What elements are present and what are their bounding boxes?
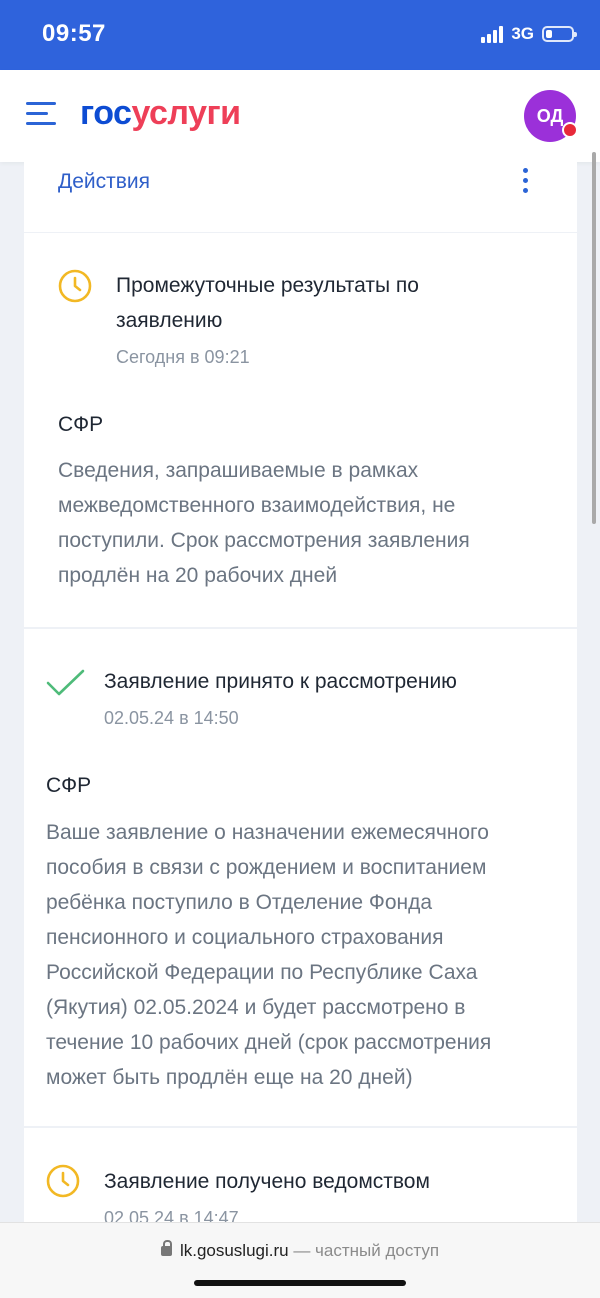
browser-address-bar[interactable]: lk.gosuslugi.ru — частный доступ — [0, 1222, 600, 1298]
event-title-line: Промежуточные результаты по — [116, 274, 419, 297]
logo-part-gos: гос — [80, 94, 132, 132]
event-title: Заявление получено ведомством — [104, 1170, 430, 1193]
url-domain: lk.gosuslugi.ru — [179, 1241, 289, 1260]
check-icon — [46, 669, 85, 696]
status-time: 09:57 — [42, 20, 106, 47]
logo-part-uslugi: услуги — [131, 94, 241, 132]
description-line: течение 10 рабочих дней (срок рассмотрен… — [46, 1031, 492, 1054]
actions-link[interactable]: Действия — [58, 170, 150, 194]
event-card: Промежуточные результаты по заявлению Се… — [24, 233, 577, 627]
network-type: 3G — [511, 24, 534, 43]
description-line: ребёнка поступило в Отделение Фонда — [46, 891, 433, 914]
clock-icon — [46, 1164, 80, 1198]
app-header: госуслуги ОД — [0, 70, 600, 162]
event-title-line: заявлению — [116, 309, 223, 332]
description-line: может быть продлён еще на 20 дней) — [46, 1066, 413, 1089]
event-title: Заявление принято к рассмотрению — [104, 670, 457, 693]
scrollbar[interactable] — [592, 152, 596, 524]
event-org: СФР — [58, 413, 104, 436]
actions-bar: Действия — [24, 162, 577, 232]
description-line: межведомственного взаимодействия, не — [58, 494, 456, 517]
home-indicator[interactable] — [194, 1280, 406, 1286]
event-time: 02.05.24 в 14:50 — [104, 708, 239, 728]
event-title: Промежуточные результаты по заявлению — [116, 268, 419, 338]
description-line: пенсионного и социального страхования — [46, 926, 444, 949]
signal-icon — [481, 25, 504, 43]
menu-icon[interactable] — [26, 102, 56, 126]
event-org: СФР — [46, 774, 92, 797]
description-line: Сведения, запрашиваемые в рамках — [58, 459, 419, 482]
description-line: Ваше заявление о назначении ежемесячного — [46, 821, 489, 844]
status-bar: 09:57 3G — [0, 0, 600, 70]
lock-icon — [160, 1240, 172, 1256]
event-time: Сегодня в 09:21 — [116, 347, 250, 367]
description-line: поступили. Срок рассмотрения заявления — [58, 529, 470, 552]
more-options-icon[interactable] — [521, 168, 531, 194]
event-card: Заявление получено ведомством 02.05.24 в… — [24, 1128, 577, 1228]
url-privacy: — частный доступ — [288, 1241, 440, 1260]
battery-icon — [542, 26, 577, 42]
description-line: (Якутия) 02.05.2024 и будет рассмотрено … — [46, 996, 466, 1019]
status-indicators: 3G — [481, 24, 577, 44]
event-description: Ваше заявление о назначении ежемесячного… — [46, 815, 491, 1095]
gosuslugi-logo[interactable]: госуслуги — [80, 94, 241, 133]
notification-dot — [562, 122, 578, 138]
description-line: пособия в связи с рождением и воспитание… — [46, 856, 487, 879]
event-description: Сведения, запрашиваемые в рамках межведо… — [58, 453, 470, 593]
event-card: Заявление принято к рассмотрению 02.05.2… — [24, 629, 577, 1126]
url-display[interactable]: lk.gosuslugi.ru — частный доступ — [0, 1240, 600, 1261]
avatar-initials: ОД — [536, 105, 564, 126]
description-line: Российской Федерации по Республике Саха — [46, 961, 478, 984]
avatar[interactable]: ОД — [524, 90, 578, 142]
description-line: продлён на 20 рабочих дней — [58, 564, 338, 587]
clock-icon — [58, 269, 92, 303]
